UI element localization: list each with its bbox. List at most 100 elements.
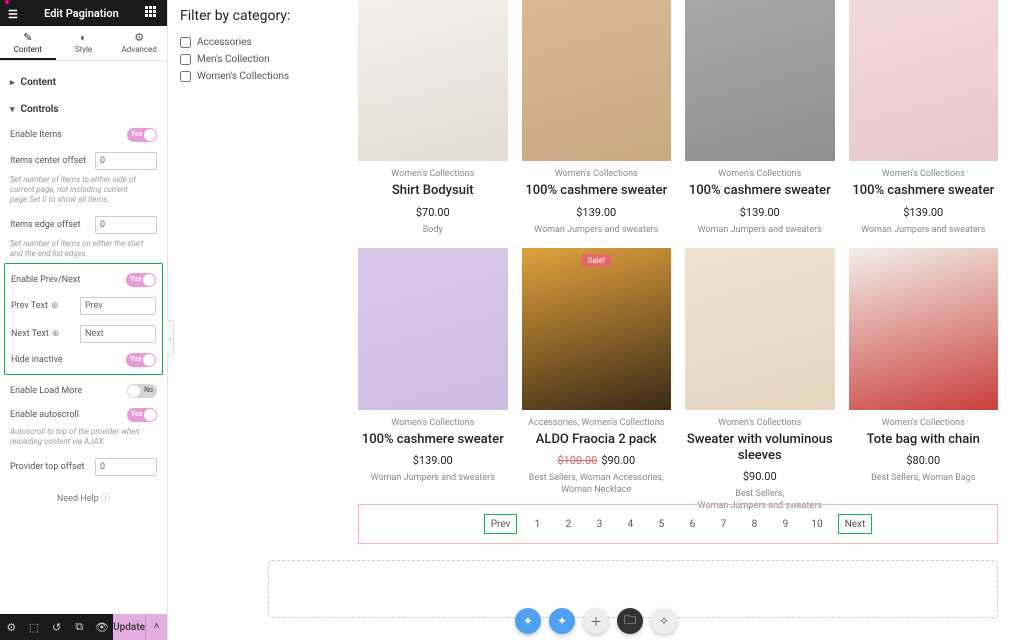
need-help-link[interactable]: Need Help	[10, 481, 157, 514]
pagination-page[interactable]: 4	[619, 514, 641, 534]
product-tags: Woman Jumpers and sweaters	[849, 225, 999, 237]
add-section-toolbar: ✦ ✦ ＋ 🗀 ✧	[515, 608, 677, 634]
product-image	[685, 0, 835, 161]
dynamic-icon[interactable]: ⊕	[52, 329, 60, 339]
apps-icon[interactable]	[145, 6, 159, 20]
add-section-button[interactable]: ＋	[583, 608, 609, 634]
row-enable-items: Enable Items YesNo	[10, 123, 157, 147]
gear-icon: ⚙	[111, 32, 167, 43]
tab-advanced[interactable]: ⚙Advanced	[111, 26, 167, 60]
filter-item[interactable]: Men's Collection	[180, 51, 300, 68]
input-provider-top-offset[interactable]	[95, 458, 157, 476]
tab-style[interactable]: ◐Style	[56, 26, 112, 60]
pagination-page[interactable]: 5	[650, 514, 672, 534]
pagination-prev[interactable]: Prev	[484, 514, 518, 534]
pagination-page[interactable]: 2	[557, 514, 579, 534]
product-category: Women's Collections	[685, 169, 835, 179]
product-category: Women's Collections	[358, 169, 508, 179]
responsive-icon[interactable]: ⧉	[68, 620, 91, 634]
revisions-icon[interactable]: ⬚	[23, 621, 46, 634]
preview-icon[interactable]: 👁	[91, 621, 114, 634]
drop-icon: ◐	[56, 32, 112, 43]
toggle-enable-items[interactable]: YesNo	[127, 128, 157, 142]
pagination-page[interactable]: 9	[774, 514, 796, 534]
pagination-page[interactable]: 10	[805, 514, 828, 534]
filter-item[interactable]: Accessories	[180, 34, 300, 51]
toggle-enable-autoscroll[interactable]: YesNo	[127, 408, 157, 422]
dynamic-icon[interactable]: ⊕	[51, 301, 59, 311]
product-tags: Woman Jumpers and sweaters	[358, 473, 508, 485]
product-image	[522, 0, 672, 161]
editor-canvas: Filter by category: Accessories Men's Co…	[168, 0, 1024, 640]
product-tags: Best Sellers, Woman Accessories, Woman N…	[522, 473, 672, 496]
product-name: Sweater with voluminous sleeves	[685, 432, 835, 465]
product-card[interactable]: Sale! Accessories, Women's Collections A…	[522, 248, 672, 512]
panel-body: Content Controls Enable Items YesNo Item…	[0, 61, 167, 614]
section-content[interactable]: Content	[10, 69, 157, 96]
product-card[interactable]: Women's Collections Shirt Bodysuit $70.0…	[358, 0, 508, 236]
pagination-next[interactable]: Next	[838, 514, 873, 534]
sale-badge: Sale!	[582, 254, 611, 267]
row-prev-text: Prev Text⊕	[11, 292, 156, 320]
product-card[interactable]: Women's Collections Tote bag with chain …	[849, 248, 999, 512]
sidebar-footer: ⚙ ⬚ ↺ ⧉ 👁 Update ˄	[0, 614, 167, 640]
help-items-edge-offset: Set number of items on either the start …	[10, 239, 157, 265]
history-icon[interactable]: ↺	[45, 621, 68, 634]
input-items-center-offset[interactable]	[95, 152, 157, 170]
product-category: Women's Collections	[522, 169, 672, 179]
input-items-edge-offset[interactable]	[95, 216, 157, 234]
product-name: ALDO Fraocia 2 pack	[522, 432, 672, 448]
sidebar-header: ☰ Edit Pagination	[0, 0, 167, 26]
product-name: 100% cashmere sweater	[849, 183, 999, 199]
row-enable-autoscroll: Enable autoscroll YesNo	[10, 403, 157, 427]
section-controls[interactable]: Controls	[10, 96, 157, 123]
product-price: $100.00$90.00	[522, 454, 672, 467]
pagination-page[interactable]: 1	[526, 514, 548, 534]
product-image: Sale!	[522, 248, 672, 409]
editor-sidebar: ☰ Edit Pagination ✎Content ◐Style ⚙Advan…	[0, 0, 168, 640]
product-grid: Women's Collections Shirt Bodysuit $70.0…	[358, 0, 998, 513]
row-next-text: Next Text⊕	[11, 320, 156, 348]
product-card[interactable]: Women's Collections 100% cashmere sweate…	[522, 0, 672, 236]
toggle-enable-load-more[interactable]: YesNo	[127, 384, 157, 398]
settings-icon[interactable]: ⚙	[0, 621, 23, 634]
input-next-text[interactable]	[80, 325, 156, 343]
product-image	[685, 248, 835, 409]
pagination-page[interactable]: 3	[588, 514, 610, 534]
product-card[interactable]: Women's Collections 100% cashmere sweate…	[685, 0, 835, 236]
product-price: $70.00	[358, 206, 508, 219]
product-card[interactable]: Women's Collections 100% cashmere sweate…	[849, 0, 999, 236]
category-filter: Filter by category: Accessories Men's Co…	[180, 8, 300, 85]
help-items-center-offset: Set number of items to either side of cu…	[10, 175, 157, 211]
menu-icon[interactable]: ☰	[8, 8, 18, 21]
sidebar-title: Edit Pagination	[44, 7, 119, 20]
widget-icon[interactable]: ✦	[515, 608, 541, 634]
highlighted-prevnext-group: Enable Prev/Next YesNo Prev Text⊕ Next T…	[4, 263, 163, 375]
filter-heading: Filter by category:	[180, 8, 300, 24]
filter-item[interactable]: Women's Collections	[180, 68, 300, 85]
ai-icon[interactable]: ✧	[651, 608, 677, 634]
product-name: 100% cashmere sweater	[358, 432, 508, 448]
product-name: Shirt Bodysuit	[358, 183, 508, 199]
row-hide-inactive: Hide inactive YesNo	[11, 348, 156, 372]
product-category: Women's Collections	[849, 418, 999, 428]
pagination-page[interactable]: 8	[743, 514, 765, 534]
product-name: 100% cashmere sweater	[522, 183, 672, 199]
product-price: $90.00	[685, 470, 835, 483]
update-button[interactable]: Update ˄	[113, 614, 167, 640]
pencil-icon: ✎	[0, 32, 56, 43]
product-image	[358, 0, 508, 161]
widget-icon[interactable]: ✦	[549, 608, 575, 634]
product-card[interactable]: Women's Collections Sweater with volumin…	[685, 248, 835, 512]
input-prev-text[interactable]	[80, 297, 156, 315]
product-name: 100% cashmere sweater	[685, 183, 835, 199]
product-card[interactable]: Women's Collections 100% cashmere sweate…	[358, 248, 508, 512]
toggle-enable-prevnext[interactable]: YesNo	[126, 273, 156, 287]
toggle-hide-inactive[interactable]: YesNo	[126, 353, 156, 367]
tab-content[interactable]: ✎Content	[0, 26, 56, 60]
pagination-page[interactable]: 6	[681, 514, 703, 534]
chevron-up-icon[interactable]: ˄	[145, 614, 167, 640]
pagination-page[interactable]: 7	[712, 514, 734, 534]
template-icon[interactable]: 🗀	[617, 608, 643, 634]
product-category: Women's Collections	[685, 418, 835, 428]
